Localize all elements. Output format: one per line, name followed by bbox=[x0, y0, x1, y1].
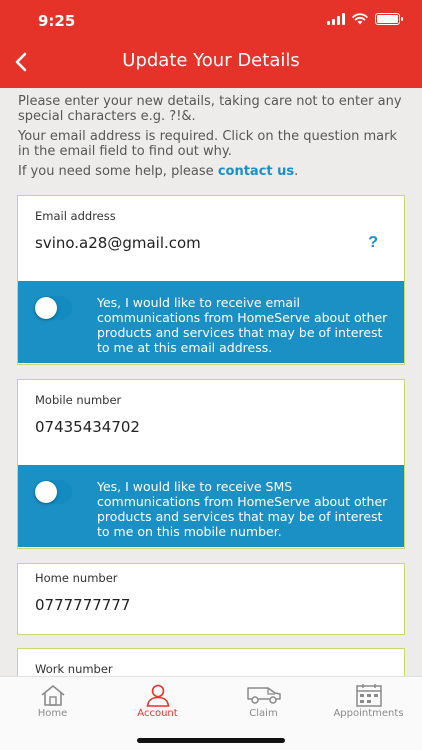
tab-account[interactable]: Account bbox=[105, 677, 210, 729]
email-card: Email address svino.a28@gmail.com ? Yes,… bbox=[17, 195, 405, 365]
work-field[interactable]: Work number bbox=[18, 649, 404, 676]
tab-home-label: Home bbox=[37, 708, 68, 719]
contact-us-link[interactable]: contact us bbox=[218, 164, 294, 179]
tab-claim-label: Claim bbox=[249, 708, 278, 719]
work-card: Work number bbox=[17, 648, 405, 676]
home-label: Home number bbox=[35, 571, 118, 585]
tab-appointments-label: Appointments bbox=[333, 708, 404, 719]
intro-instructions: Please enter your new details, taking ca… bbox=[18, 94, 402, 124]
tab-claim[interactable]: Claim bbox=[211, 677, 316, 729]
page-title: Update Your Details bbox=[122, 50, 300, 71]
email-optin: Yes, I would like to receive email commu… bbox=[18, 281, 404, 363]
calendar-icon bbox=[355, 684, 382, 707]
signal-icon bbox=[327, 13, 345, 25]
intro-text: Please enter your new details, taking ca… bbox=[0, 88, 422, 179]
van-icon bbox=[246, 687, 281, 704]
intro-email-note: Your email address is required. Click on… bbox=[18, 129, 398, 159]
status-icons bbox=[327, 13, 403, 25]
mobile-input[interactable]: 07435434702 bbox=[35, 418, 140, 436]
wifi-icon bbox=[352, 13, 368, 25]
person-icon bbox=[146, 684, 169, 707]
work-label: Work number bbox=[35, 662, 113, 676]
home-input[interactable]: 0777777777 bbox=[35, 596, 130, 614]
home-indicator bbox=[137, 738, 285, 743]
tab-appointments[interactable]: Appointments bbox=[316, 677, 421, 729]
home-card: Home number 0777777777 bbox=[17, 563, 405, 635]
mobile-field[interactable]: Mobile number 07435434702 bbox=[18, 380, 404, 465]
help-prefix: If you need some help, please bbox=[18, 164, 218, 179]
email-optin-text: Yes, I would like to receive email commu… bbox=[97, 295, 388, 355]
app-header: 9:25 Update Your Details bbox=[0, 0, 422, 88]
home-field[interactable]: Home number 0777777777 bbox=[18, 564, 404, 633]
mobile-card: Mobile number 07435434702 Yes, I would l… bbox=[17, 379, 405, 549]
mobile-optin: Yes, I would like to receive SMS communi… bbox=[18, 465, 404, 547]
email-input[interactable]: svino.a28@gmail.com bbox=[35, 234, 201, 252]
email-optin-toggle[interactable] bbox=[34, 296, 72, 320]
email-help-icon[interactable]: ? bbox=[368, 234, 378, 252]
house-icon bbox=[40, 685, 65, 706]
mobile-optin-toggle[interactable] bbox=[34, 480, 72, 504]
status-time: 9:25 bbox=[38, 12, 76, 30]
mobile-optin-text: Yes, I would like to receive SMS communi… bbox=[97, 479, 388, 539]
main-content[interactable]: Please enter your new details, taking ca… bbox=[0, 88, 422, 676]
tab-account-label: Account bbox=[137, 708, 178, 719]
email-label: Email address bbox=[35, 209, 116, 223]
intro-help-line: If you need some help, please contact us… bbox=[18, 164, 404, 179]
mobile-label: Mobile number bbox=[35, 393, 122, 407]
battery-icon bbox=[375, 13, 403, 25]
email-field[interactable]: Email address svino.a28@gmail.com ? bbox=[18, 196, 404, 281]
help-suffix: . bbox=[294, 164, 299, 179]
tab-home[interactable]: Home bbox=[0, 677, 105, 729]
